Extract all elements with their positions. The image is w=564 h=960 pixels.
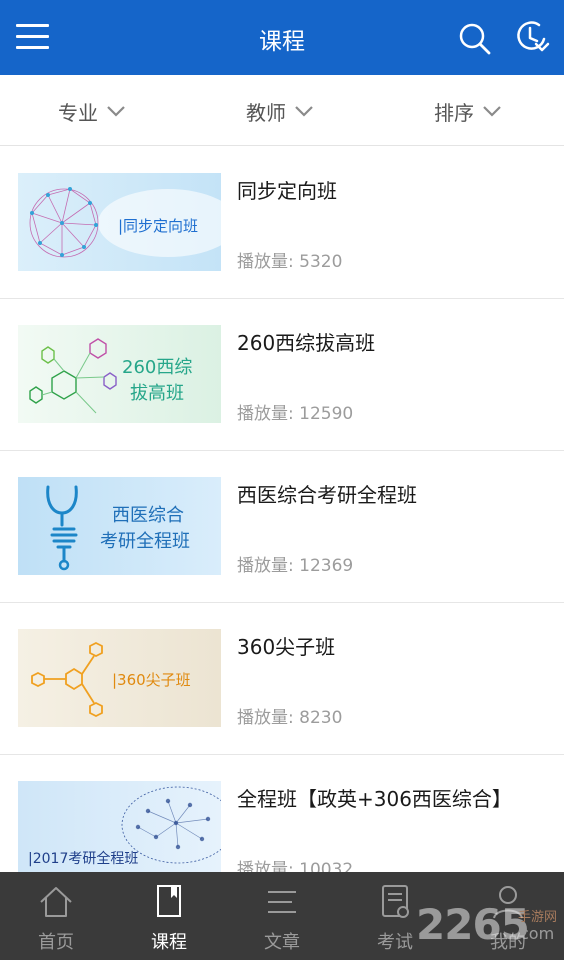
chevron-down-icon bbox=[107, 106, 125, 117]
tab-home-label: 首页 bbox=[38, 932, 74, 953]
course-item[interactable]: |360尖子班 360尖子班 播放量: 8230 bbox=[0, 603, 564, 755]
filter-sort-label: 排序 bbox=[434, 100, 474, 125]
course-thumbnail: 260西综 拔高班 bbox=[18, 325, 221, 423]
home-icon bbox=[40, 887, 72, 917]
course-item[interactable]: 西医综合 考研全程班 西医综合考研全程班 播放量: 12369 bbox=[0, 451, 564, 603]
play-count: 播放量: 10032 bbox=[237, 860, 354, 872]
course-title: 360尖子班 bbox=[237, 635, 336, 659]
course-list: |同步定向班 同步定向班 播放量: 5320 260西综 拔高班 260西综拔高… bbox=[0, 147, 564, 872]
play-count: 播放量: 8230 bbox=[237, 708, 343, 728]
svg-text:西医综合: 西医综合 bbox=[112, 505, 184, 526]
play-count: 播放量: 12590 bbox=[237, 404, 354, 424]
tab-home[interactable]: 首页 bbox=[0, 872, 112, 960]
course-title: 全程班【政英+306西医综合】 bbox=[237, 787, 512, 811]
svg-text:|同步定向班: |同步定向班 bbox=[118, 217, 198, 235]
history-clock-icon[interactable] bbox=[512, 17, 552, 57]
course-title: 西医综合考研全程班 bbox=[237, 483, 417, 507]
svg-text:|2017考研全程班: |2017考研全程班 bbox=[28, 850, 138, 867]
filter-major[interactable]: 专业 bbox=[58, 97, 126, 125]
book-icon bbox=[157, 885, 181, 917]
search-icon[interactable] bbox=[456, 20, 496, 60]
tab-articles-label: 文章 bbox=[264, 932, 300, 953]
site-watermark: 2265 手游网 com bbox=[416, 900, 564, 958]
course-item[interactable]: |同步定向班 同步定向班 播放量: 5320 bbox=[0, 147, 564, 299]
exam-document-icon bbox=[382, 885, 409, 918]
course-thumbnail: |360尖子班 bbox=[18, 629, 221, 727]
app-header: 课程 bbox=[0, 0, 564, 75]
course-title: 260西综拔高班 bbox=[237, 331, 376, 355]
filter-teacher[interactable]: 教师 bbox=[246, 97, 314, 125]
course-thumbnail: |2017考研全程班 bbox=[18, 781, 221, 872]
filter-major-label: 专业 bbox=[58, 100, 98, 125]
chevron-down-icon bbox=[483, 106, 501, 117]
tab-articles[interactable]: 文章 bbox=[226, 872, 338, 960]
svg-text:260西综: 260西综 bbox=[122, 357, 192, 378]
chevron-down-icon bbox=[295, 106, 313, 117]
course-item[interactable]: |2017考研全程班 全程班【政英+306西医综合】 播放量: 10032 bbox=[0, 755, 564, 872]
svg-text:考研全程班: 考研全程班 bbox=[100, 531, 190, 552]
filter-teacher-label: 教师 bbox=[246, 100, 286, 125]
svg-text:|360尖子班: |360尖子班 bbox=[112, 671, 191, 689]
watermark-suffix: com bbox=[520, 924, 555, 943]
course-thumbnail: |同步定向班 bbox=[18, 173, 221, 271]
filter-sort[interactable]: 排序 bbox=[434, 97, 502, 125]
article-lines-icon bbox=[268, 891, 296, 913]
course-title: 同步定向班 bbox=[237, 179, 337, 203]
filter-bar: 专业 教师 排序 bbox=[0, 75, 564, 146]
course-item[interactable]: 260西综 拔高班 260西综拔高班 播放量: 12590 bbox=[0, 299, 564, 451]
watermark-text: 手游网 bbox=[518, 910, 558, 925]
tab-courses-label: 课程 bbox=[151, 932, 187, 953]
tab-courses[interactable]: 课程 bbox=[113, 872, 225, 960]
play-count: 播放量: 5320 bbox=[237, 252, 343, 272]
play-count: 播放量: 12369 bbox=[237, 556, 354, 576]
course-thumbnail: 西医综合 考研全程班 bbox=[18, 477, 221, 575]
svg-text:拔高班: 拔高班 bbox=[130, 383, 184, 404]
watermark-number: 2265 bbox=[416, 900, 530, 949]
